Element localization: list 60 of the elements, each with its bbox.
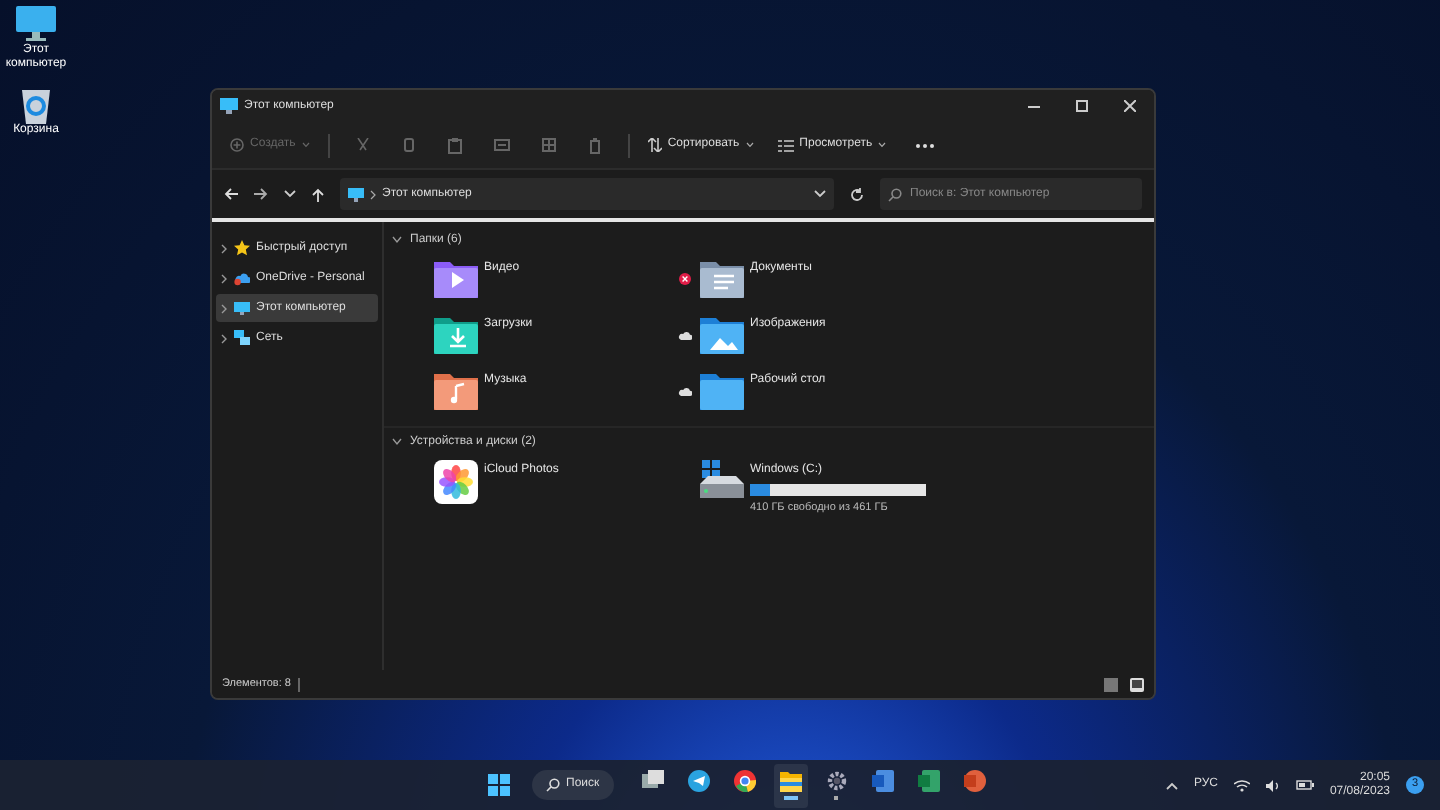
- star-icon: [234, 240, 250, 256]
- chevron-down-icon[interactable]: [284, 190, 296, 198]
- chevron-right-icon[interactable]: [220, 333, 228, 343]
- sort-arrows-icon: [647, 138, 662, 152]
- paste-icon[interactable]: [447, 137, 462, 153]
- browser-icon[interactable]: [733, 770, 756, 793]
- tiles-view-icon[interactable]: [1130, 677, 1144, 691]
- trash-icon[interactable]: [587, 137, 602, 153]
- chevron-right-icon[interactable]: [220, 243, 228, 253]
- downloads-folder-icon[interactable]: [434, 314, 478, 354]
- up-arrow-icon[interactable]: [312, 187, 324, 201]
- volume-icon[interactable]: [1265, 779, 1280, 791]
- minimize-icon: [1028, 105, 1040, 107]
- caret-icon: [878, 142, 887, 148]
- windows-stack-icon[interactable]: [641, 770, 664, 793]
- flower-app-icon[interactable]: [434, 460, 478, 504]
- start-icon[interactable]: [488, 774, 510, 796]
- documents-folder-icon[interactable]: [700, 258, 744, 298]
- chevron-right-icon[interactable]: [220, 273, 228, 283]
- search-icon: [546, 778, 560, 792]
- spreadsheet-icon[interactable]: [917, 770, 940, 793]
- maximize-icon: [1076, 100, 1088, 112]
- computer-icon: [220, 98, 238, 114]
- monitor-icon[interactable]: [12, 4, 60, 44]
- copy-icon[interactable]: [401, 137, 416, 153]
- gear-icon[interactable]: [825, 770, 848, 793]
- desktop-folder-icon[interactable]: [700, 370, 744, 410]
- battery-icon[interactable]: [1295, 780, 1314, 790]
- chevron-right-icon: [370, 189, 376, 199]
- rename-icon[interactable]: [493, 138, 510, 152]
- computer-icon: [348, 187, 364, 201]
- cloud-icon: [234, 270, 250, 286]
- presentation-icon[interactable]: [963, 770, 986, 793]
- computer-icon: [234, 300, 250, 316]
- chevron-up-icon[interactable]: [1165, 781, 1178, 789]
- chevron-right-icon[interactable]: [220, 303, 228, 313]
- chevron-down-icon[interactable]: [392, 438, 402, 446]
- caret-icon: [745, 142, 754, 148]
- search-icon: [888, 187, 902, 201]
- caret-icon: [301, 142, 310, 148]
- back-arrow-icon[interactable]: [224, 188, 238, 200]
- hard-drive-icon[interactable]: [700, 460, 744, 500]
- music-folder-icon[interactable]: [434, 370, 478, 410]
- chevron-down-icon[interactable]: [392, 236, 402, 244]
- forward-arrow-icon[interactable]: [254, 188, 268, 200]
- details-view-icon[interactable]: [1104, 677, 1118, 691]
- cut-icon[interactable]: [355, 137, 370, 153]
- plus-circle-icon: [230, 138, 244, 152]
- paper-plane-icon[interactable]: [687, 770, 710, 793]
- list-icon: [777, 139, 794, 151]
- pictures-folder-icon[interactable]: [700, 314, 744, 354]
- folder-icon[interactable]: [779, 770, 802, 793]
- share-icon[interactable]: [541, 138, 556, 152]
- wifi-icon[interactable]: [1233, 779, 1250, 791]
- close-icon: [1124, 100, 1136, 112]
- chevron-down-icon[interactable]: [814, 190, 826, 198]
- refresh-icon[interactable]: [850, 187, 864, 201]
- network-icon: [234, 330, 250, 346]
- document-icon[interactable]: [871, 770, 894, 793]
- video-folder-icon[interactable]: [434, 258, 478, 298]
